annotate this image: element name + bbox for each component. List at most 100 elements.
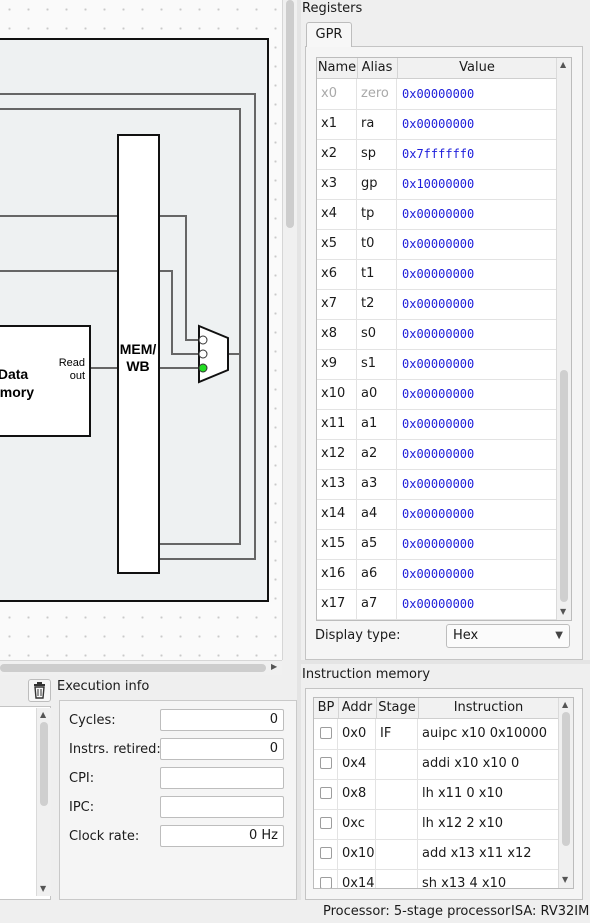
register-value[interactable]: 0x00000000 xyxy=(397,109,557,139)
mem-wb-label-1: MEM/ xyxy=(120,341,157,357)
register-name: x6 xyxy=(317,259,357,289)
breakpoint-cell[interactable] xyxy=(314,779,338,809)
instruction-memory-table[interactable]: BP Addr Stage Instruction 0x0 IF auipc x10… xyxy=(313,697,574,889)
register-alias: a5 xyxy=(357,529,397,559)
col-addr-header[interactable]: Addr xyxy=(338,698,377,718)
scroll-arrow-right-icon[interactable]: ▶ xyxy=(271,662,277,671)
breakpoint-cell[interactable] xyxy=(314,839,338,869)
tab-gpr[interactable]: GPR xyxy=(306,22,352,47)
breakpoint-cell[interactable] xyxy=(314,749,338,779)
registers-scrollbar[interactable]: ▲ ▼ xyxy=(556,58,571,620)
register-row[interactable]: x13 a3 0x00000000 xyxy=(317,469,557,500)
scroll-arrow-down-icon[interactable]: ▼ xyxy=(562,875,568,884)
register-value[interactable]: 0x00000000 xyxy=(397,79,557,109)
col-alias-header[interactable]: Alias xyxy=(357,58,398,78)
registers-table-header: Name Alias Value xyxy=(317,58,571,79)
register-name: x1 xyxy=(317,109,357,139)
register-row[interactable]: x0 zero 0x00000000 xyxy=(317,79,557,110)
register-row[interactable]: x10 a0 0x00000000 xyxy=(317,379,557,410)
register-alias: a0 xyxy=(357,379,397,409)
register-value[interactable]: 0x00000000 xyxy=(397,529,557,559)
breakpoint-checkbox[interactable] xyxy=(320,757,332,769)
breakpoint-cell[interactable] xyxy=(314,719,338,749)
register-value[interactable]: 0x00000000 xyxy=(397,409,557,439)
register-alias: ra xyxy=(357,109,397,139)
register-value[interactable]: 0x10000000 xyxy=(397,169,557,199)
register-value[interactable]: 0x7ffffff0 xyxy=(397,139,557,169)
register-value[interactable]: 0x00000000 xyxy=(397,319,557,349)
register-row[interactable]: x9 s1 0x00000000 xyxy=(317,349,557,380)
register-value[interactable]: 0x00000000 xyxy=(397,589,557,619)
register-row[interactable]: x15 a5 0x00000000 xyxy=(317,529,557,560)
display-type-select[interactable]: Hex ▼ xyxy=(446,624,570,648)
instruction-scrollbar[interactable]: ▲ ▼ xyxy=(558,698,573,888)
col-instruction-header[interactable]: Instruction xyxy=(418,698,559,718)
scroll-arrow-down-icon[interactable]: ▼ xyxy=(560,607,566,616)
instruction-row[interactable]: 0xc lh x12 2 x10 xyxy=(314,809,559,840)
display-type-value: Hex xyxy=(453,628,479,643)
instruction-address: 0x0 xyxy=(338,719,376,749)
register-alias: a3 xyxy=(357,469,397,499)
register-row[interactable]: x11 a1 0x00000000 xyxy=(317,409,557,440)
scroll-arrow-up-icon[interactable]: ▲ xyxy=(40,710,46,719)
breakpoint-checkbox[interactable] xyxy=(320,787,332,799)
col-bp-header[interactable]: BP xyxy=(314,698,339,718)
col-value-header[interactable]: Value xyxy=(397,58,557,78)
breakpoint-checkbox[interactable] xyxy=(320,817,332,829)
processor-diagram-view[interactable]: Data emory Read out MEM/ WB xyxy=(0,0,282,660)
register-value[interactable]: 0x00000000 xyxy=(397,199,557,229)
scroll-arrow-down-icon[interactable]: ▼ xyxy=(40,884,46,893)
register-name: x8 xyxy=(317,319,357,349)
register-row[interactable]: x1 ra 0x00000000 xyxy=(317,109,557,140)
register-alias: a7 xyxy=(357,589,397,619)
register-value[interactable]: 0x00000000 xyxy=(397,499,557,529)
col-stage-header[interactable]: Stage xyxy=(376,698,419,718)
register-value[interactable]: 0x00000000 xyxy=(397,289,557,319)
breakpoint-checkbox[interactable] xyxy=(320,727,332,739)
horizontal-splitter[interactable] xyxy=(301,660,590,664)
register-row[interactable]: x2 sp 0x7ffffff0 xyxy=(317,139,557,170)
register-row[interactable]: x4 tp 0x00000000 xyxy=(317,199,557,230)
console-scrollbar[interactable]: ▲ ▼ xyxy=(36,708,51,896)
register-value[interactable]: 0x00000000 xyxy=(397,259,557,289)
breakpoint-checkbox[interactable] xyxy=(320,877,332,888)
instruction-row[interactable]: 0x10 add x13 x11 x12 xyxy=(314,839,559,870)
instruction-row[interactable]: 0x14 sh x13 4 x10 xyxy=(314,869,559,888)
breakpoint-checkbox[interactable] xyxy=(320,847,332,859)
register-value[interactable]: 0x00000000 xyxy=(397,379,557,409)
instruction-row[interactable]: 0x0 IF auipc x10 0x10000 xyxy=(314,719,559,750)
register-name: x14 xyxy=(317,499,357,529)
scroll-arrow-up-icon[interactable]: ▲ xyxy=(560,60,566,69)
register-row[interactable]: x7 t2 0x00000000 xyxy=(317,289,557,320)
register-alias: s1 xyxy=(357,349,397,379)
clear-console-button[interactable] xyxy=(28,679,51,702)
register-row[interactable]: x8 s0 0x00000000 xyxy=(317,319,557,350)
col-name-header[interactable]: Name xyxy=(317,58,358,78)
vertical-splitter[interactable] xyxy=(297,0,301,900)
instruction-row[interactable]: 0x8 lh x11 0 x10 xyxy=(314,779,559,810)
breakpoint-cell[interactable] xyxy=(314,869,338,888)
instruction-table-header: BP Addr Stage Instruction xyxy=(314,698,573,719)
register-value[interactable]: 0x00000000 xyxy=(397,559,557,589)
scroll-arrow-up-icon[interactable]: ▲ xyxy=(562,700,568,709)
register-row[interactable]: x5 t0 0x00000000 xyxy=(317,229,557,260)
register-row[interactable]: x6 t1 0x00000000 xyxy=(317,259,557,290)
instruction-stage xyxy=(376,779,418,809)
execution-info-title: Execution info xyxy=(57,679,150,694)
register-row[interactable]: x14 a4 0x00000000 xyxy=(317,499,557,530)
register-row[interactable]: x16 a6 0x00000000 xyxy=(317,559,557,590)
register-row[interactable]: x17 a7 0x00000000 xyxy=(317,589,557,620)
registers-table[interactable]: Name Alias Value x0 zero 0x00000000 x1 ra 0x0… xyxy=(316,57,572,621)
register-row[interactable]: x12 a2 0x00000000 xyxy=(317,439,557,470)
register-row[interactable]: x3 gp 0x10000000 xyxy=(317,169,557,200)
diagram-vertical-scrollbar[interactable] xyxy=(282,0,297,660)
register-alias: gp xyxy=(357,169,397,199)
diagram-horizontal-scrollbar[interactable]: ▶ xyxy=(0,660,282,675)
register-value[interactable]: 0x00000000 xyxy=(397,349,557,379)
instruction-stage xyxy=(376,749,418,779)
breakpoint-cell[interactable] xyxy=(314,809,338,839)
instruction-row[interactable]: 0x4 addi x10 x10 0 xyxy=(314,749,559,780)
register-value[interactable]: 0x00000000 xyxy=(397,439,557,469)
register-value[interactable]: 0x00000000 xyxy=(397,469,557,499)
register-value[interactable]: 0x00000000 xyxy=(397,229,557,259)
